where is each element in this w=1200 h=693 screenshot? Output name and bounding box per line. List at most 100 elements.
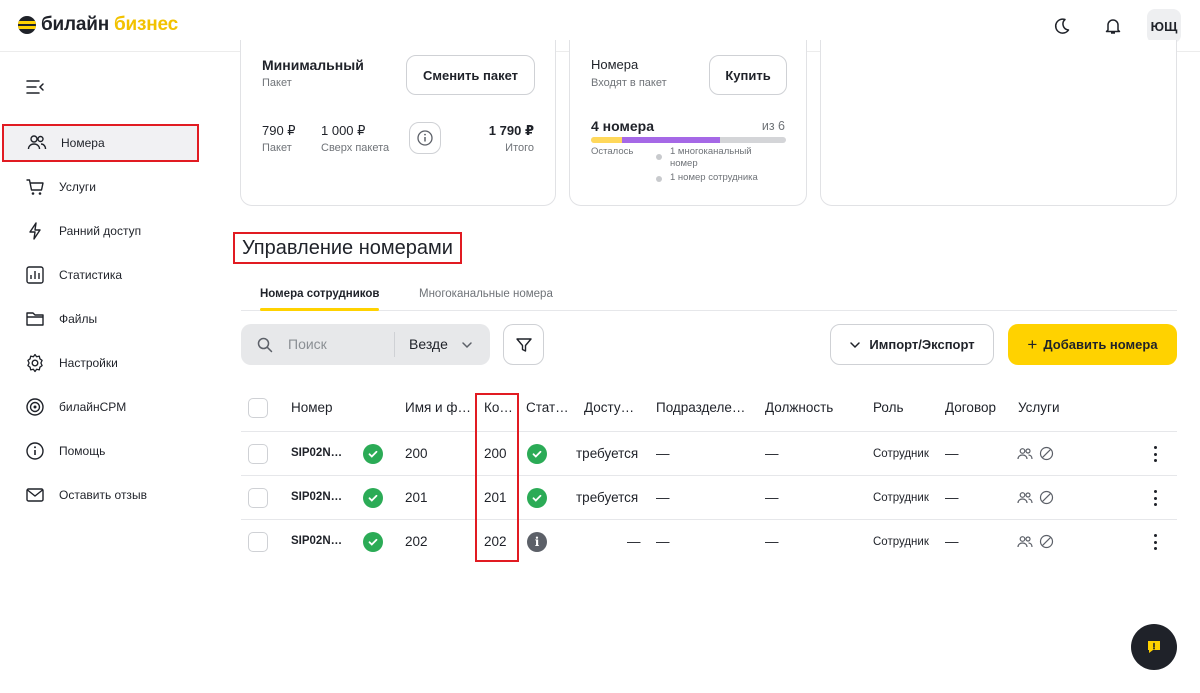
usage-segment-multichannel <box>622 137 720 143</box>
cell-number: SIP02N… <box>291 535 343 547</box>
cart-icon <box>24 176 46 198</box>
mail-icon <box>24 484 46 506</box>
group-icon[interactable] <box>1017 535 1033 549</box>
sidebar-item-label: Номера <box>61 136 105 150</box>
search-divider <box>394 332 395 357</box>
row-checkbox[interactable] <box>248 488 268 508</box>
cell-services <box>1017 490 1054 505</box>
check-circle-icon <box>363 532 383 552</box>
cell-role: Сотрудник <box>873 492 929 504</box>
package-title: Минимальный <box>262 57 364 73</box>
info-icon <box>24 440 46 462</box>
search-placeholder: Поиск <box>288 336 327 352</box>
info-icon[interactable] <box>409 122 441 154</box>
total-price: 1 790 ₽ <box>488 123 534 138</box>
empty-card <box>820 40 1177 206</box>
add-numbers-label: Добавить номера <box>1043 337 1158 352</box>
cell-number: SIP02N… <box>291 491 343 503</box>
sidebar-item-help[interactable]: Помощь <box>0 432 200 470</box>
import-export-button[interactable]: Импорт/Экспорт <box>830 324 994 365</box>
sidebar-item-label: Файлы <box>59 312 98 326</box>
extra-price-label: Сверх пакета <box>321 142 390 154</box>
cell-role: Сотрудник <box>873 536 929 548</box>
user-avatar[interactable]: ЮЩ <box>1147 9 1181 43</box>
cell-position: — <box>765 490 779 505</box>
chevron-down-icon <box>462 342 472 349</box>
chat-button[interactable] <box>1131 624 1177 670</box>
cell-access: — <box>627 534 641 549</box>
column-header-services[interactable]: Услуги <box>1018 400 1060 415</box>
sidebar-item-numbers[interactable]: Номера <box>2 124 199 162</box>
row-menu-icon[interactable] <box>1150 490 1160 506</box>
row-checkbox[interactable] <box>248 444 268 464</box>
gear-icon <box>24 352 46 374</box>
sidebar-item-label: Услуги <box>59 180 96 194</box>
cell-position: — <box>765 534 779 549</box>
blocked-icon[interactable] <box>1039 534 1054 549</box>
sidebar-item-settings[interactable]: Настройки <box>0 344 200 382</box>
package-price: 790 ₽ <box>262 123 296 138</box>
filter-button[interactable] <box>503 324 544 365</box>
section-title: Управление номерами <box>233 232 462 264</box>
lightning-icon <box>24 220 46 242</box>
column-header-number[interactable]: Номер <box>291 400 333 415</box>
package-price-label: Пакет <box>262 142 292 154</box>
row-checkbox[interactable] <box>248 532 268 552</box>
sidebar-item-feedback[interactable]: Оставить отзыв <box>0 476 200 514</box>
blocked-icon[interactable] <box>1039 490 1054 505</box>
status-ok-icon <box>527 488 547 508</box>
usage-segment-employee <box>591 137 623 143</box>
numbers-card-subtitle: Входят в пакет <box>591 77 667 89</box>
package-subtitle: Пакет <box>262 77 292 89</box>
legend-employee: 1 номер сотрудника <box>670 172 758 183</box>
cell-contract: — <box>945 446 959 461</box>
sidebar-item-files[interactable]: Файлы <box>0 300 200 338</box>
group-icon[interactable] <box>1017 491 1033 505</box>
check-circle-icon <box>363 488 383 508</box>
column-header-status[interactable]: Стат… <box>526 400 569 415</box>
menu-collapse-icon[interactable] <box>24 76 46 98</box>
total-price-label: Итого <box>505 142 534 154</box>
code-column-highlight <box>475 393 519 562</box>
moon-icon[interactable] <box>1050 14 1074 38</box>
bell-icon[interactable] <box>1101 14 1125 38</box>
group-icon[interactable] <box>1017 447 1033 461</box>
logo-text: билайн <box>41 14 110 35</box>
sidebar-item-early-access[interactable]: Ранний доступ <box>0 212 200 250</box>
numbers-total: из 6 <box>761 119 785 133</box>
column-header-contract[interactable]: Договор <box>945 400 996 415</box>
row-menu-icon[interactable] <box>1150 534 1160 550</box>
users-icon <box>26 132 48 154</box>
column-header-department[interactable]: Подразделе… <box>656 400 745 415</box>
row-divider <box>241 475 1177 476</box>
sidebar-item-statistics[interactable]: Статистика <box>0 256 200 294</box>
sidebar-item-beeline-cpm[interactable]: билайнCPM <box>0 388 200 426</box>
target-icon <box>24 396 46 418</box>
status-info-icon[interactable]: i <box>527 532 547 552</box>
row-menu-icon[interactable] <box>1150 446 1160 462</box>
cell-contract: — <box>945 490 959 505</box>
beeline-business-logo[interactable]: билайн бизнес <box>18 14 178 36</box>
search-input[interactable]: Поиск Везде <box>241 324 490 365</box>
column-header-access[interactable]: Досту… <box>584 400 634 415</box>
tab-employee-numbers[interactable]: Номера сотрудников <box>260 288 379 300</box>
column-header-role[interactable]: Роль <box>873 400 904 415</box>
blocked-icon[interactable] <box>1039 446 1054 461</box>
plus-icon: + <box>1027 334 1038 354</box>
cell-access: требуется <box>576 446 639 461</box>
column-header-position[interactable]: Должность <box>765 400 833 415</box>
chart-icon <box>24 264 46 286</box>
search-scope-select[interactable]: Везде <box>409 336 448 352</box>
sidebar-item-services[interactable]: Услуги <box>0 168 200 206</box>
column-header-name[interactable]: Имя и ф… <box>405 400 471 415</box>
add-numbers-button[interactable]: + Добавить номера <box>1008 324 1177 365</box>
cell-department: — <box>656 490 670 505</box>
sidebar-item-label: билайнCPM <box>59 400 127 414</box>
change-package-button[interactable]: Сменить пакет <box>406 55 535 95</box>
tab-multichannel-numbers[interactable]: Многоканальные номера <box>419 288 553 300</box>
buy-button[interactable]: Купить <box>709 55 787 95</box>
remaining-label: Осталось <box>591 146 634 157</box>
select-all-checkbox[interactable] <box>248 398 268 418</box>
cell-name: 200 <box>405 446 428 461</box>
sidebar-item-label: Настройки <box>59 356 118 370</box>
